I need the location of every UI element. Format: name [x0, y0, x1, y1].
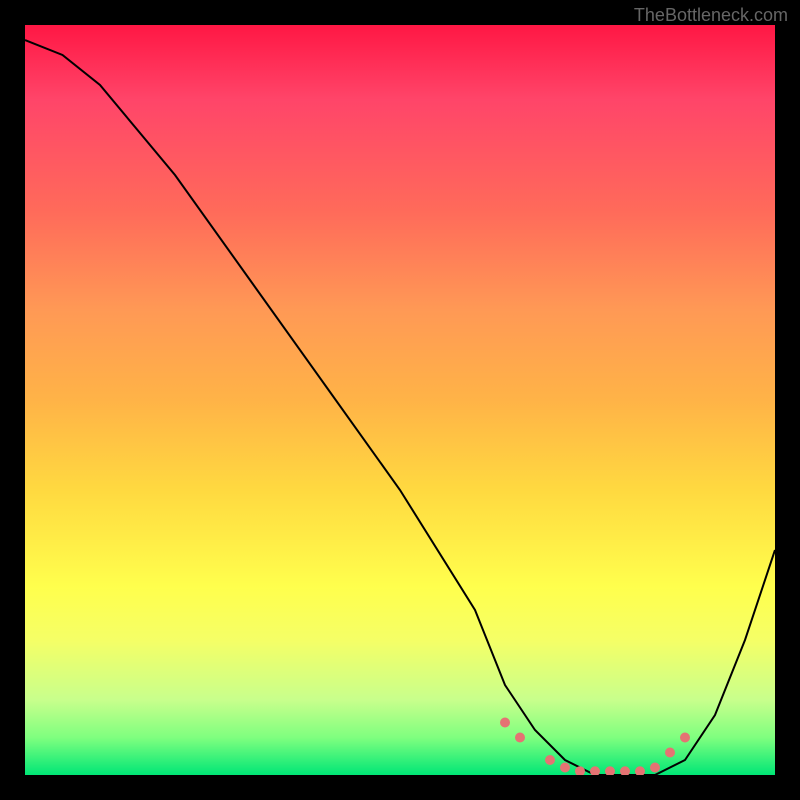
- highlight-dot: [575, 766, 585, 775]
- chart-plot-area: [25, 25, 775, 775]
- highlight-dot: [650, 763, 660, 773]
- bottleneck-curve-path: [25, 40, 775, 775]
- bottleneck-curve-svg: [25, 25, 775, 775]
- highlight-dot: [620, 766, 630, 775]
- highlight-dot: [590, 766, 600, 775]
- highlight-dot: [545, 755, 555, 765]
- highlight-dot: [635, 766, 645, 775]
- highlight-dot: [680, 733, 690, 743]
- highlight-dot: [665, 748, 675, 758]
- highlight-dot: [605, 766, 615, 775]
- minimum-region-dots: [500, 718, 690, 776]
- highlight-dot: [560, 763, 570, 773]
- highlight-dot: [500, 718, 510, 728]
- highlight-dot: [515, 733, 525, 743]
- watermark-text: TheBottleneck.com: [634, 5, 788, 26]
